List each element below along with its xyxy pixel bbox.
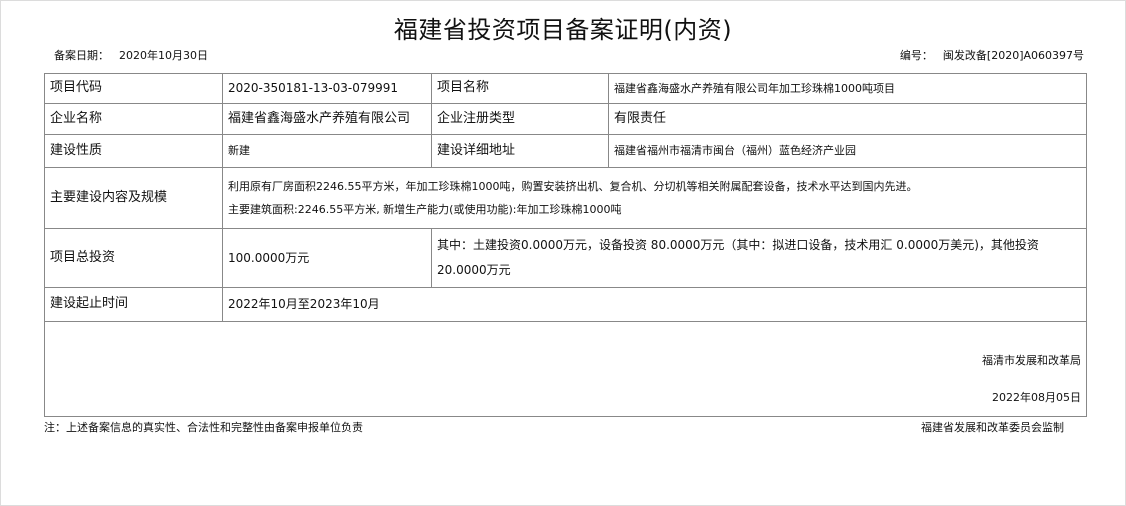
signature-row: 福清市发展和改革局 2022年08月05日 [44,321,1087,417]
filing-date-value: 2020年10月30日 [119,49,208,62]
document-number-value: 闽发改备[2020]A060397号 [942,49,1084,62]
address-value: 福建省福州市福清市闽台（福州）蓝色经济产业园 [608,134,1087,168]
project-code-value: 2020-350181-13-03-079991 [222,73,432,104]
signature-date: 2022年08月05日 [992,390,1081,404]
company-type-label: 企业注册类型 [431,103,609,135]
investment-total-value: 100.0000万元 [222,228,432,288]
project-name-value: 福建省鑫海盛水产养殖有限公司年加工珍珠棉1000吨项目 [608,73,1087,104]
scope-line-2: 主要建筑面积:2246.55平方米, 新增生产能力(或使用功能):年加工珍珠棉1… [228,203,622,216]
table-row: 主要建设内容及规模 利用原有厂房面积2246.55平方米，年加工珍珠棉1000吨… [44,167,1087,229]
signature-block: 福清市发展和改革局 2022年08月05日 [44,321,1087,417]
document-number: 编号： 闽发改备[2020]A060397号 [900,47,1084,63]
investment-detail: 其中：土建投资0.0000万元，设备投资 80.0000万元（其中：拟进口设备，… [431,228,1087,288]
period-value: 2022年10月至2023年10月 [222,287,1087,322]
filing-date-label: 备案日期： [54,49,109,62]
investment-detail-line-2: 20.0000万元 [437,263,511,277]
signature-organization: 福清市发展和改革局 [982,353,1081,367]
construction-nature-label: 建设性质 [44,134,223,168]
address-label: 建设详细地址 [431,134,609,168]
footer-note: 注：上述备案信息的真实性、合法性和完整性由备案申报单位负责 [44,421,363,434]
construction-nature-value: 新建 [222,134,432,168]
company-name-label: 企业名称 [44,103,223,135]
document-title: 福建省投资项目备案证明(内资) [393,16,733,44]
company-type-value: 有限责任 [608,103,1087,135]
filing-date: 备案日期： 2020年10月30日 [54,47,208,63]
project-code-label: 项目代码 [44,73,223,104]
table-row: 企业名称 福建省鑫海盛水产养殖有限公司 企业注册类型 有限责任 [44,103,1087,135]
scope-label: 主要建设内容及规模 [44,167,223,229]
table-row: 项目总投资 100.0000万元 其中：土建投资0.0000万元，设备投资 80… [44,228,1087,288]
company-name-value: 福建省鑫海盛水产养殖有限公司 [222,103,432,135]
period-label: 建设起止时间 [44,287,223,322]
scope-line-1: 利用原有厂房面积2246.55平方米，年加工珍珠棉1000吨，购置安装挤出机、复… [228,179,918,193]
scope-value: 利用原有厂房面积2246.55平方米，年加工珍珠棉1000吨，购置安装挤出机、复… [222,167,1087,229]
table-row: 建设性质 新建 建设详细地址 福建省福州市福清市闽台（福州）蓝色经济产业园 [44,134,1087,168]
filing-table: 项目代码 2020-350181-13-03-079991 项目名称 福建省鑫海… [44,73,1087,417]
document-number-label: 编号： [899,49,933,62]
investment-detail-line-1: 其中：土建投资0.0000万元，设备投资 80.0000万元（其中：拟进口设备，… [437,238,1039,253]
project-name-label: 项目名称 [431,73,609,104]
table-row: 建设起止时间 2022年10月至2023年10月 [44,287,1087,322]
footer-supervisor: 福建省发展和改革委员会监制 [921,421,1064,434]
table-row: 项目代码 2020-350181-13-03-079991 项目名称 福建省鑫海… [44,73,1087,104]
investment-label: 项目总投资 [44,228,223,288]
